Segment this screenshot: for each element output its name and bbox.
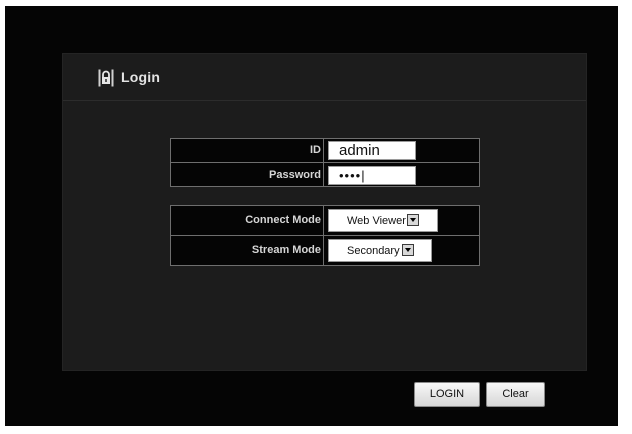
chevron-down-icon[interactable] xyxy=(402,244,414,256)
panel-header: Login xyxy=(63,54,586,101)
clear-button[interactable]: Clear xyxy=(486,382,545,407)
connect-mode-row: Connect Mode Web Viewer xyxy=(171,206,479,236)
password-row: Password xyxy=(171,163,479,187)
id-label: ID xyxy=(171,139,324,162)
stream-mode-value: Secondary xyxy=(347,245,400,257)
chevron-down-icon[interactable] xyxy=(407,214,419,226)
connect-mode-label: Connect Mode xyxy=(171,206,324,235)
password-input[interactable] xyxy=(328,166,416,185)
login-button[interactable]: LOGIN xyxy=(414,382,480,407)
viewer-screen: Login ID Password Connect Mode Web Viewe… xyxy=(5,6,618,426)
credentials-table: ID Password xyxy=(170,138,480,187)
stream-mode-select[interactable]: Secondary xyxy=(328,239,432,262)
connect-mode-value: Web Viewer xyxy=(347,215,406,227)
lock-icon xyxy=(98,69,114,87)
mode-table: Connect Mode Web Viewer Stream Mode Seco… xyxy=(170,205,480,266)
password-label: Password xyxy=(171,163,324,187)
id-input[interactable] xyxy=(328,141,416,160)
page-title: Login xyxy=(121,69,161,85)
stream-mode-label: Stream Mode xyxy=(171,236,324,265)
stream-mode-row: Stream Mode Secondary xyxy=(171,236,479,265)
id-row: ID xyxy=(171,139,479,163)
connect-mode-select[interactable]: Web Viewer xyxy=(328,209,438,232)
login-panel: Login ID Password Connect Mode Web Viewe… xyxy=(62,53,587,371)
